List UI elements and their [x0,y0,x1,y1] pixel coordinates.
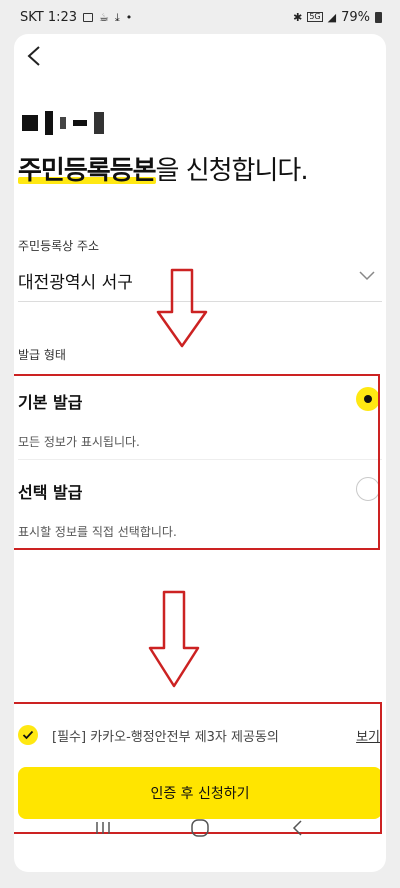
app-screen: 주민등록등본을 신청합니다. 주민등록상 주소 대전광역시 서구 발급 형태 기… [14,34,386,872]
consent-row: [필수] 카카오-행정안전부 제3자 제공동의 보기 [18,722,382,748]
annotation-arrow-icon [148,590,200,688]
image-icon [83,12,94,22]
network-badge: 5G [307,12,323,22]
issuance-label: 발급 형태 [18,348,66,362]
address-label: 주민등록상 주소 [18,239,100,253]
page-title: 주민등록등본을 신청합니다. [18,150,309,187]
recent-apps-icon [95,822,110,834]
status-bar: SKT 1:23 ☕ ⤓ • ✱ 5G ◢ 79% [0,0,400,34]
back-icon [293,820,302,836]
chevron-left-icon [27,46,40,66]
status-dot: • [125,10,133,24]
annotation-arrow-icon [156,268,208,348]
option-basic-radio[interactable] [356,387,380,411]
system-back-button[interactable] [277,808,317,848]
page-title-rest: 을 신청합니다. [155,156,309,186]
status-right: ✱ 5G ◢ 79% [293,10,382,25]
download-icon: ⤓ [114,10,120,24]
consent-checkbox[interactable] [18,725,38,745]
chevron-down-icon [359,271,375,281]
system-nav-bar [14,800,386,856]
consent-text: [필수] 카카오-행정안전부 제3자 제공동의 [52,729,279,745]
battery-icon [375,11,382,23]
option-basic-title: 기본 발급 [18,393,83,412]
signal-icon: ◢ [327,10,337,24]
bluetooth-icon: ✱ [293,10,303,24]
option-select-radio[interactable] [356,477,380,501]
coffee-icon: ☕ [99,10,109,24]
battery-percent: 79% [341,9,370,25]
home-icon [191,819,209,837]
check-icon [22,730,34,740]
option-select-desc: 표시할 정보를 직접 선택합니다. [18,525,177,539]
address-value: 대전광역시 서구 [18,273,133,293]
redacted-name [22,108,104,138]
option-basic-desc: 모든 정보가 표시됩니다. [18,435,140,449]
option-select-title: 선택 발급 [18,483,83,502]
recent-apps-button[interactable] [83,808,123,848]
page-title-highlight: 주민등록등본 [18,156,157,186]
home-button[interactable] [180,808,220,848]
consent-view-link[interactable]: 보기 [356,726,380,745]
status-left: SKT 1:23 ☕ ⤓ • [20,10,132,25]
option-divider [18,459,382,460]
carrier-time: SKT 1:23 [20,9,78,25]
back-button[interactable] [20,42,48,70]
option-select[interactable]: 선택 발급 표시할 정보를 직접 선택합니다. [18,477,382,540]
option-basic[interactable]: 기본 발급 모든 정보가 표시됩니다. [18,387,382,450]
